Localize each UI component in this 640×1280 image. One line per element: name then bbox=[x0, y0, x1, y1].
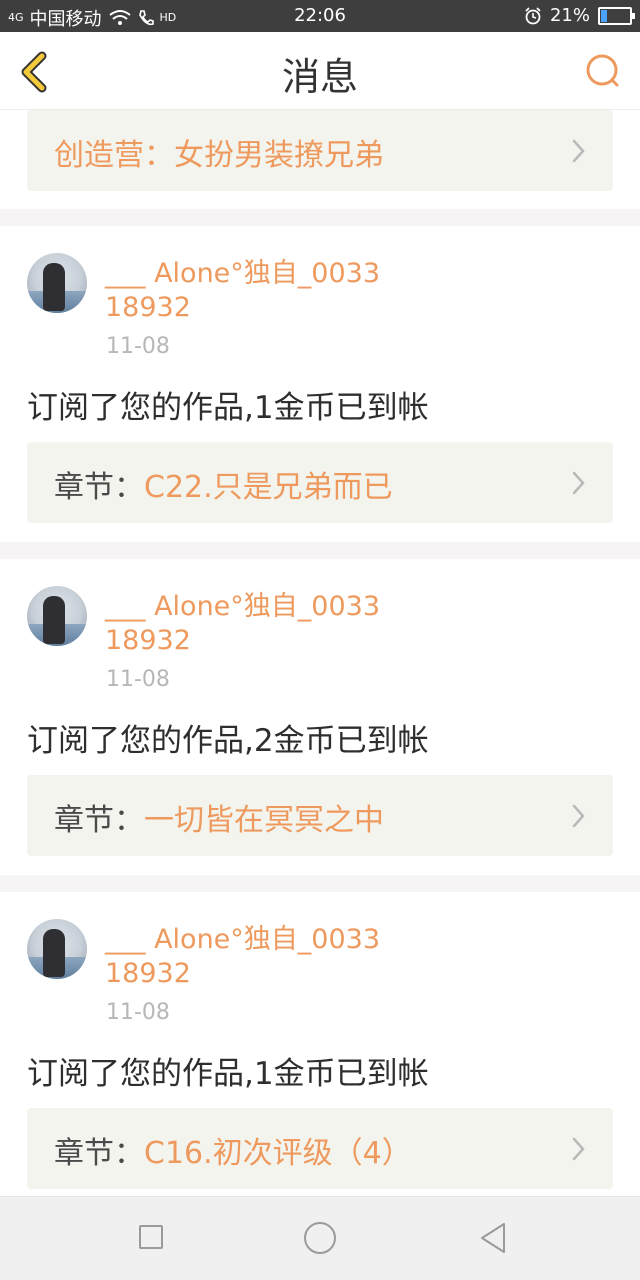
chevron-right-icon bbox=[572, 139, 585, 163]
system-nav-bar bbox=[0, 1196, 640, 1280]
app-header: 消息 bbox=[0, 32, 640, 110]
alarm-icon bbox=[525, 6, 541, 24]
message-card: 创造营：女扮男装撩兄弟 bbox=[0, 110, 640, 209]
chevron-right-icon bbox=[572, 804, 585, 828]
username[interactable]: ___ Alone°独自_003318932 bbox=[105, 923, 385, 991]
chapter-link[interactable]: 创造营：女扮男装撩兄弟 bbox=[27, 110, 613, 191]
avatar[interactable] bbox=[27, 586, 87, 646]
message-date: 11-08 bbox=[106, 667, 170, 692]
recent-apps-button[interactable] bbox=[139, 1225, 163, 1249]
message-card: ___ Alone°独自_003318932 11-08 订阅了您的作品,2金币… bbox=[0, 559, 640, 875]
avatar[interactable] bbox=[27, 253, 87, 313]
message-text: 订阅了您的作品,2金币已到帐 bbox=[27, 723, 429, 759]
message-card: ___ Alone°独自_003318932 11-08 订阅了您的作品,1金币… bbox=[0, 226, 640, 542]
triangle-left-icon bbox=[481, 1223, 505, 1253]
chapter-link[interactable]: 章节：C16.初次评级（4） bbox=[27, 1108, 613, 1189]
chevron-right-icon bbox=[572, 1137, 585, 1161]
chapter-link[interactable]: 章节：C22.只是兄弟而已 bbox=[27, 442, 613, 523]
message-card: ___ Alone°独自_003318932 11-08 订阅了您的作品,1金币… bbox=[0, 892, 640, 1196]
search-button[interactable] bbox=[584, 52, 624, 92]
battery-percent: 21% bbox=[549, 5, 590, 26]
message-text: 订阅了您的作品,1金币已到帐 bbox=[27, 1056, 429, 1092]
chapter-title-text: C22.只是兄弟而已 bbox=[144, 470, 393, 505]
chapter-link[interactable]: 章节：一切皆在冥冥之中 bbox=[27, 775, 613, 856]
message-date: 11-08 bbox=[106, 1000, 170, 1025]
battery-level bbox=[601, 9, 607, 22]
avatar[interactable] bbox=[27, 919, 87, 979]
chapter-title-text: 一切皆在冥冥之中 bbox=[144, 803, 384, 838]
chapter-title-text: C16.初次评级（4） bbox=[144, 1136, 412, 1171]
chapter-title: 章节：一切皆在冥冥之中 bbox=[54, 795, 384, 839]
chapter-title: 章节：C16.初次评级（4） bbox=[54, 1128, 412, 1172]
message-date: 11-08 bbox=[106, 334, 170, 359]
nav-back-button[interactable] bbox=[478, 1221, 508, 1255]
chevron-right-icon bbox=[572, 471, 585, 495]
message-list[interactable]: 创造营：女扮男装撩兄弟 ___ Alone°独自_003318932 11-08… bbox=[0, 110, 640, 1196]
chapter-prefix: 章节： bbox=[54, 470, 144, 505]
chapter-prefix: 章节： bbox=[54, 1136, 144, 1171]
chapter-prefix: 章节： bbox=[54, 803, 144, 838]
chapter-title-text: 创造营：女扮男装撩兄弟 bbox=[54, 138, 384, 173]
battery-icon bbox=[598, 6, 635, 25]
chapter-title: 章节：C22.只是兄弟而已 bbox=[54, 462, 393, 506]
home-button[interactable] bbox=[304, 1222, 336, 1254]
message-text: 订阅了您的作品,1金币已到帐 bbox=[27, 390, 429, 426]
chapter-title: 创造营：女扮男装撩兄弟 bbox=[54, 130, 384, 174]
page-title: 消息 bbox=[281, 55, 358, 99]
status-bar: 4G 中国移动 HD 22:06 21% bbox=[0, 0, 640, 32]
username[interactable]: ___ Alone°独自_003318932 bbox=[105, 257, 385, 325]
username[interactable]: ___ Alone°独自_003318932 bbox=[105, 590, 385, 658]
status-right: 21% bbox=[524, 5, 635, 26]
